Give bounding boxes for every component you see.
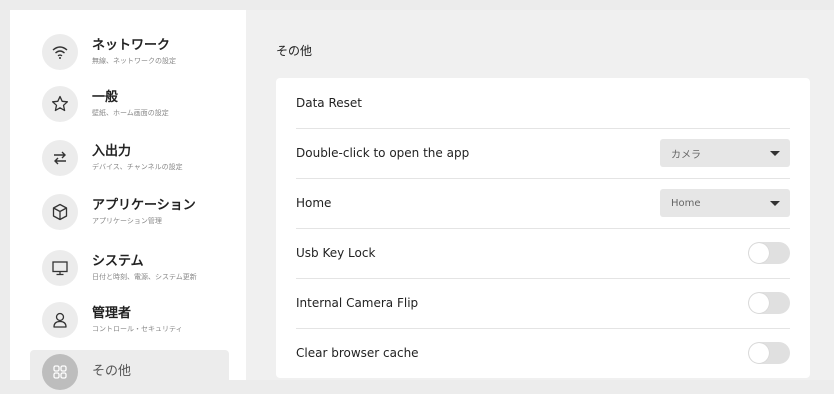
- sidebar-item-general[interactable]: 一般 壁紙、ホーム画面の設定: [30, 82, 230, 126]
- page-title: その他: [276, 44, 313, 58]
- double-click-app-select[interactable]: カメラ: [660, 139, 790, 167]
- usb-key-lock-toggle[interactable]: [748, 242, 790, 264]
- sidebar-item-title: その他: [92, 364, 132, 379]
- cube-icon: [42, 194, 78, 230]
- data-reset-row[interactable]: Data Reset: [296, 78, 790, 129]
- user-icon: [42, 302, 78, 338]
- sidebar-item-input-output[interactable]: 入出力 デバイス、チャンネルの設定: [30, 136, 230, 180]
- sidebar-item-subtitle: 日付と時刻、電源、システム更新: [92, 272, 197, 281]
- sidebar-item-system[interactable]: システム 日付と時刻、電源、システム更新: [30, 246, 230, 290]
- row-label: Double-click to open the app: [296, 146, 470, 160]
- sidebar-item-subtitle: 無線、ネットワークの設定: [92, 56, 176, 65]
- swap-arrows-icon: [42, 140, 78, 176]
- select-value: Home: [671, 197, 701, 209]
- grid-icon: [42, 354, 78, 390]
- toggle-knob: [749, 293, 769, 313]
- sidebar-item-title: 入出力: [92, 143, 132, 159]
- home-select[interactable]: Home: [660, 189, 790, 217]
- sidebar-item-subtitle: コントロール・セキュリティ: [92, 324, 183, 333]
- caret-down-icon: [770, 200, 780, 206]
- sidebar-item-subtitle: 壁紙、ホーム画面の設定: [92, 108, 169, 117]
- sidebar-item-title: アプリケーション: [92, 197, 196, 213]
- wifi-icon: [42, 34, 78, 70]
- sidebar: ネットワーク 無線、ネットワークの設定 一般 壁紙、ホーム画面の設定 入出力 デ…: [10, 10, 246, 394]
- home-row: Home Home: [296, 178, 790, 229]
- sidebar-item-other[interactable]: その他: [30, 350, 229, 394]
- caret-down-icon: [770, 150, 780, 156]
- sidebar-item-title: 管理者: [92, 305, 132, 321]
- star-icon: [42, 86, 78, 122]
- usb-key-lock-row: Usb Key Lock: [296, 228, 790, 279]
- sidebar-item-title: ネットワーク: [92, 37, 171, 53]
- clear-browser-cache-row: Clear browser cache: [296, 328, 790, 378]
- internal-camera-flip-toggle[interactable]: [748, 292, 790, 314]
- select-value: カメラ: [671, 149, 701, 161]
- row-label: Internal Camera Flip: [296, 296, 419, 310]
- monitor-icon: [42, 250, 78, 286]
- sidebar-item-subtitle: アプリケーション管理: [92, 216, 162, 225]
- sidebar-item-title: システム: [92, 253, 144, 269]
- row-label: Clear browser cache: [296, 346, 419, 360]
- toggle-knob: [749, 243, 769, 263]
- row-label: Data Reset: [296, 96, 362, 110]
- sidebar-item-network[interactable]: ネットワーク 無線、ネットワークの設定: [30, 30, 230, 74]
- clear-browser-cache-toggle[interactable]: [748, 342, 790, 364]
- double-click-app-row: Double-click to open the app カメラ: [296, 128, 790, 179]
- sidebar-item-subtitle: デバイス、チャンネルの設定: [92, 162, 183, 171]
- settings-panel: Data Reset Double-click to open the app …: [276, 78, 810, 378]
- sidebar-item-administrator[interactable]: 管理者 コントロール・セキュリティ: [30, 298, 230, 342]
- toggle-knob: [749, 343, 769, 363]
- sidebar-item-applications[interactable]: アプリケーション アプリケーション管理: [30, 190, 230, 234]
- row-label: Home: [296, 196, 332, 210]
- sidebar-item-title: 一般: [92, 89, 119, 105]
- row-label: Usb Key Lock: [296, 246, 376, 260]
- internal-camera-flip-row: Internal Camera Flip: [296, 278, 790, 329]
